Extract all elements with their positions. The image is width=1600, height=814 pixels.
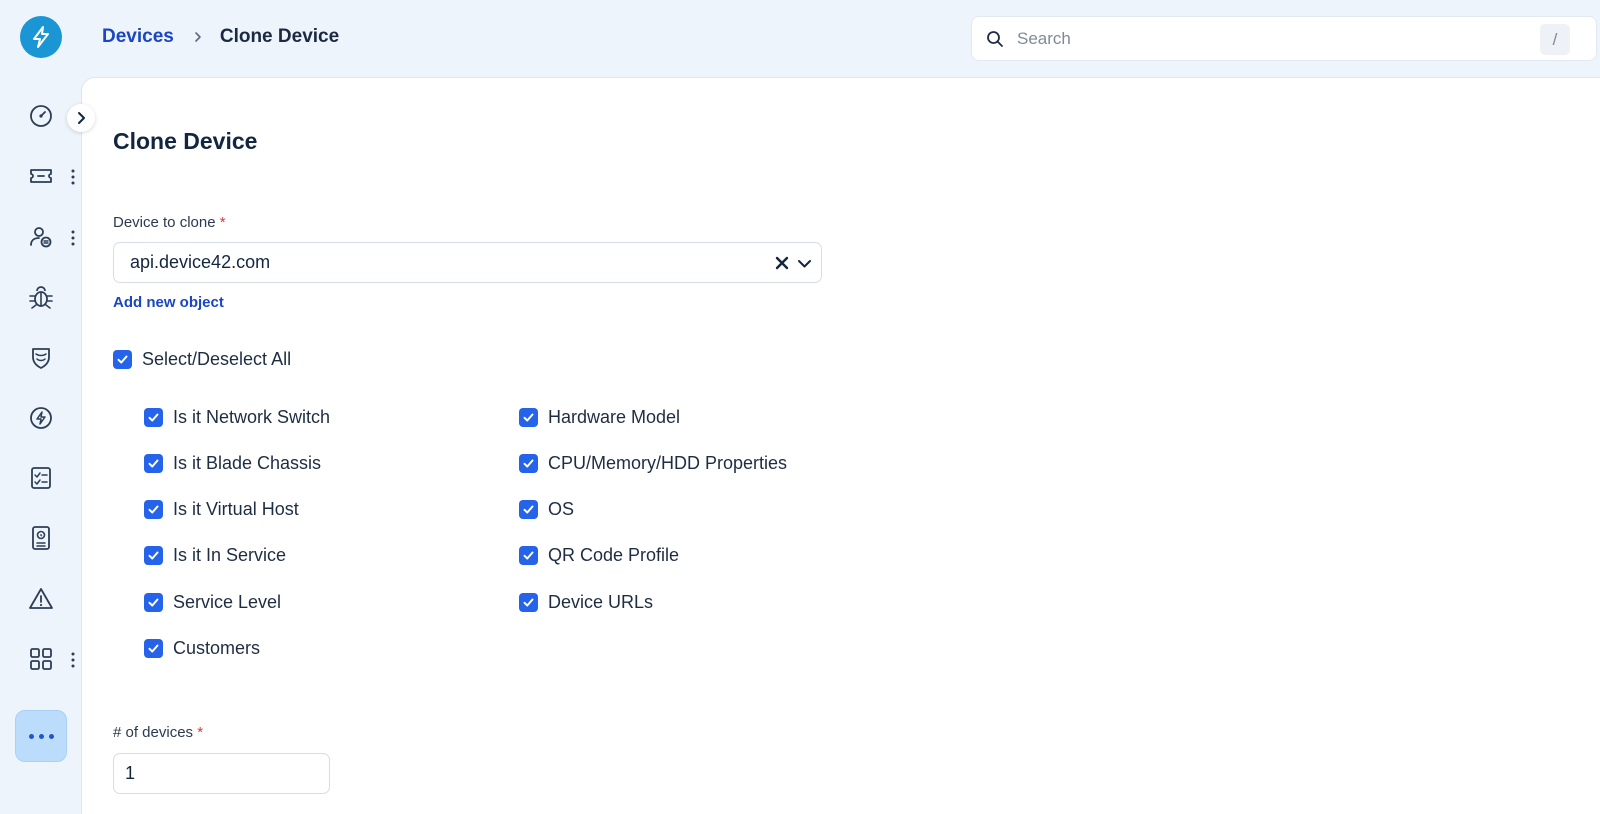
chevron-right-icon — [78, 112, 85, 124]
chevron-right-icon — [195, 32, 201, 42]
sidebar-item-problems[interactable] — [21, 277, 61, 317]
warning-icon — [29, 588, 53, 609]
lightning-circle-icon — [30, 407, 52, 429]
checkbox-checked-icon — [519, 546, 538, 565]
sidebar-item-users[interactable] — [21, 217, 61, 257]
checkbox-checked-icon — [144, 408, 163, 427]
kebab-icon — [71, 652, 75, 668]
ticket-icon — [30, 169, 52, 183]
apps-grid-icon — [30, 648, 52, 670]
apps-menu-kebab[interactable] — [66, 647, 80, 673]
device-count-input[interactable] — [113, 753, 330, 794]
breadcrumb-separator — [192, 31, 204, 43]
logo[interactable] — [20, 16, 62, 58]
device-to-clone-value: api.device42.com — [130, 252, 271, 272]
checkbox-checked-icon — [519, 454, 538, 473]
lightning-logo-icon — [33, 26, 49, 48]
sidebar-item-apps[interactable] — [21, 639, 61, 679]
option-qr-code-profile[interactable]: QR Code Profile — [519, 545, 679, 566]
option-cpu-memory-hdd[interactable]: CPU/Memory/HDD Properties — [519, 453, 787, 474]
more-icon — [28, 733, 34, 739]
search-icon — [985, 29, 1005, 49]
expand-sidebar-button[interactable] — [67, 104, 95, 132]
main-content: Clone Device Device to clone * api.devic… — [81, 77, 1600, 814]
badge-icon — [32, 526, 50, 550]
option-blade-chassis[interactable]: Is it Blade Chassis — [144, 453, 321, 474]
shield-icon — [32, 348, 50, 369]
sidebar-item-dashboard[interactable] — [21, 96, 61, 136]
device-to-clone-label: Device to clone * — [113, 214, 226, 231]
option-os[interactable]: OS — [519, 499, 574, 520]
search-input[interactable] — [1017, 28, 1537, 49]
checklist-icon — [31, 467, 51, 489]
bug-icon — [29, 286, 53, 309]
checkbox-checked-icon — [144, 639, 163, 658]
option-device-urls[interactable]: Device URLs — [519, 592, 653, 613]
option-virtual-host[interactable]: Is it Virtual Host — [144, 499, 299, 520]
clear-icon[interactable] — [773, 254, 791, 272]
sidebar-item-tasks[interactable] — [21, 458, 61, 498]
option-network-switch[interactable]: Is it Network Switch — [144, 407, 330, 428]
option-service-level[interactable]: Service Level — [144, 592, 281, 613]
option-customers[interactable]: Customers — [144, 638, 260, 659]
tickets-menu-kebab[interactable] — [66, 164, 80, 190]
checkbox-checked-icon — [519, 593, 538, 612]
kebab-icon — [71, 230, 75, 246]
option-in-service[interactable]: Is it In Service — [144, 545, 286, 566]
select-all-checkbox[interactable]: Select/Deselect All — [113, 349, 291, 370]
page-title: Clone Device — [113, 128, 258, 154]
breadcrumb-devices-link[interactable]: Devices — [102, 26, 174, 48]
device-count-label: # of devices * — [113, 724, 204, 741]
checkbox-checked-icon — [144, 593, 163, 612]
users-icon — [30, 227, 52, 248]
sidebar-item-assets[interactable] — [21, 518, 61, 558]
more-button[interactable] — [15, 710, 67, 762]
dashboard-icon — [30, 105, 52, 127]
global-search[interactable]: / — [971, 16, 1597, 61]
breadcrumb-current: Clone Device — [219, 26, 340, 47]
checkbox-checked-icon — [144, 500, 163, 519]
search-shortcut-key: / — [1540, 24, 1570, 55]
chevron-down-icon[interactable] — [796, 255, 813, 272]
option-hardware-model[interactable]: Hardware Model — [519, 407, 680, 428]
users-menu-kebab[interactable] — [66, 225, 80, 251]
sidebar-item-security[interactable] — [21, 338, 61, 378]
breadcrumb: Devices Clone Device — [102, 26, 339, 48]
checkbox-checked-icon — [519, 500, 538, 519]
add-new-object-link[interactable]: Add new object — [113, 294, 224, 311]
checkbox-checked-icon — [144, 454, 163, 473]
checkbox-checked-icon — [113, 350, 132, 369]
required-mark: * — [219, 214, 226, 231]
required-mark: * — [197, 724, 204, 741]
device-to-clone-select[interactable]: api.device42.com — [113, 242, 822, 283]
sidebar-item-changes[interactable] — [21, 398, 61, 438]
sidebar-item-alerts[interactable] — [21, 579, 61, 619]
sidebar-item-tickets[interactable] — [21, 156, 61, 196]
kebab-icon — [71, 169, 75, 185]
checkbox-checked-icon — [519, 408, 538, 427]
checkbox-checked-icon — [144, 546, 163, 565]
